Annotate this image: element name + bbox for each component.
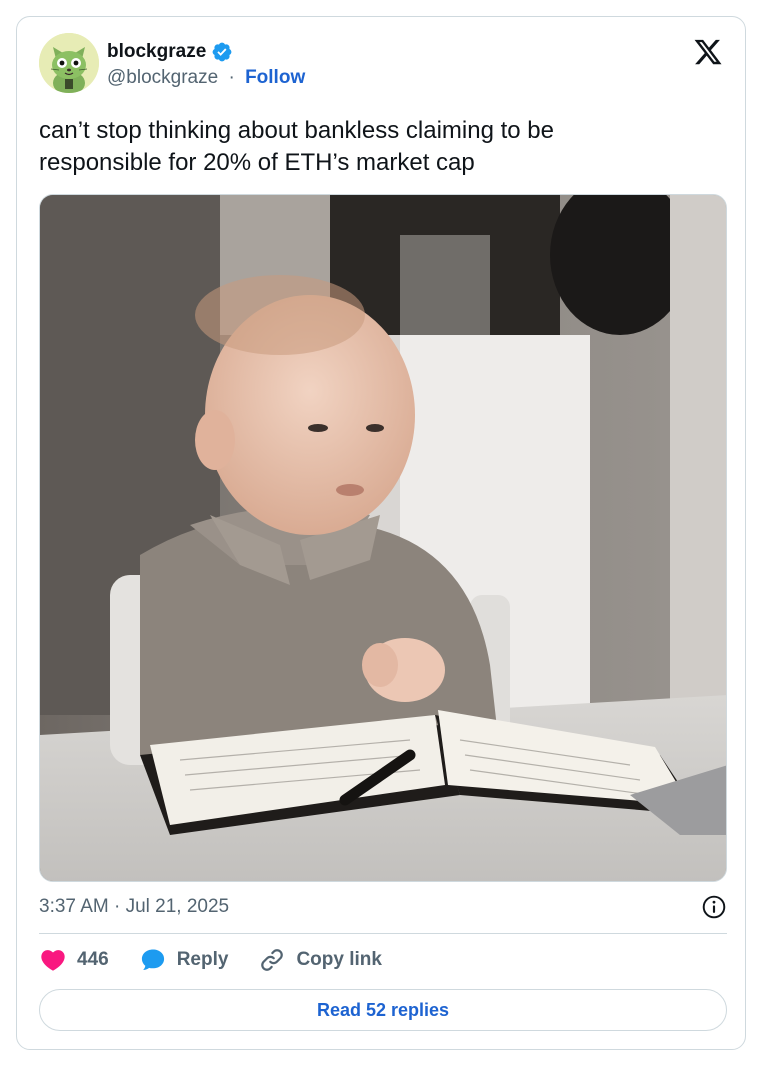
tweet-embed-card: blockgraze @blockgraze · Follow can’t st…	[16, 16, 746, 1050]
handle-separator: ·	[228, 67, 235, 88]
tweet-timestamp[interactable]: 3:37 AM · Jul 21, 2025	[39, 896, 229, 918]
verified-badge-icon	[212, 42, 232, 62]
handle[interactable]: @blockgraze	[107, 67, 218, 88]
baby-photo-image	[40, 195, 726, 881]
divider	[39, 933, 727, 934]
copy-link-button[interactable]: Copy link	[258, 946, 382, 974]
handle-row: @blockgraze · Follow	[107, 67, 305, 89]
speech-bubble-icon	[141, 949, 164, 970]
link-icon	[261, 949, 284, 971]
info-icon[interactable]	[701, 894, 727, 920]
x-logo-icon[interactable]	[693, 37, 723, 67]
action-bar: 446 Reply Copy link	[39, 945, 412, 975]
author-block: blockgraze @blockgraze · Follow	[107, 39, 305, 89]
name-row: blockgraze	[107, 39, 305, 65]
copy-link-label: Copy link	[296, 949, 382, 970]
tweet-text: can’t stop thinking about bankless claim…	[39, 117, 554, 176]
read-replies-button[interactable]: Read 52 replies	[39, 989, 727, 1031]
follow-link[interactable]: Follow	[245, 67, 305, 88]
heart-icon	[41, 950, 65, 971]
like-count: 446	[77, 949, 109, 970]
cat-avatar-icon	[39, 33, 99, 93]
reply-label: Reply	[176, 949, 229, 970]
avatar[interactable]	[39, 33, 99, 93]
reply-button[interactable]: Reply	[139, 946, 229, 974]
tweet-media[interactable]	[39, 194, 727, 882]
display-name[interactable]: blockgraze	[107, 41, 206, 63]
like-button[interactable]: 446	[39, 946, 109, 974]
timestamp-row: 3:37 AM · Jul 21, 2025	[39, 893, 727, 921]
